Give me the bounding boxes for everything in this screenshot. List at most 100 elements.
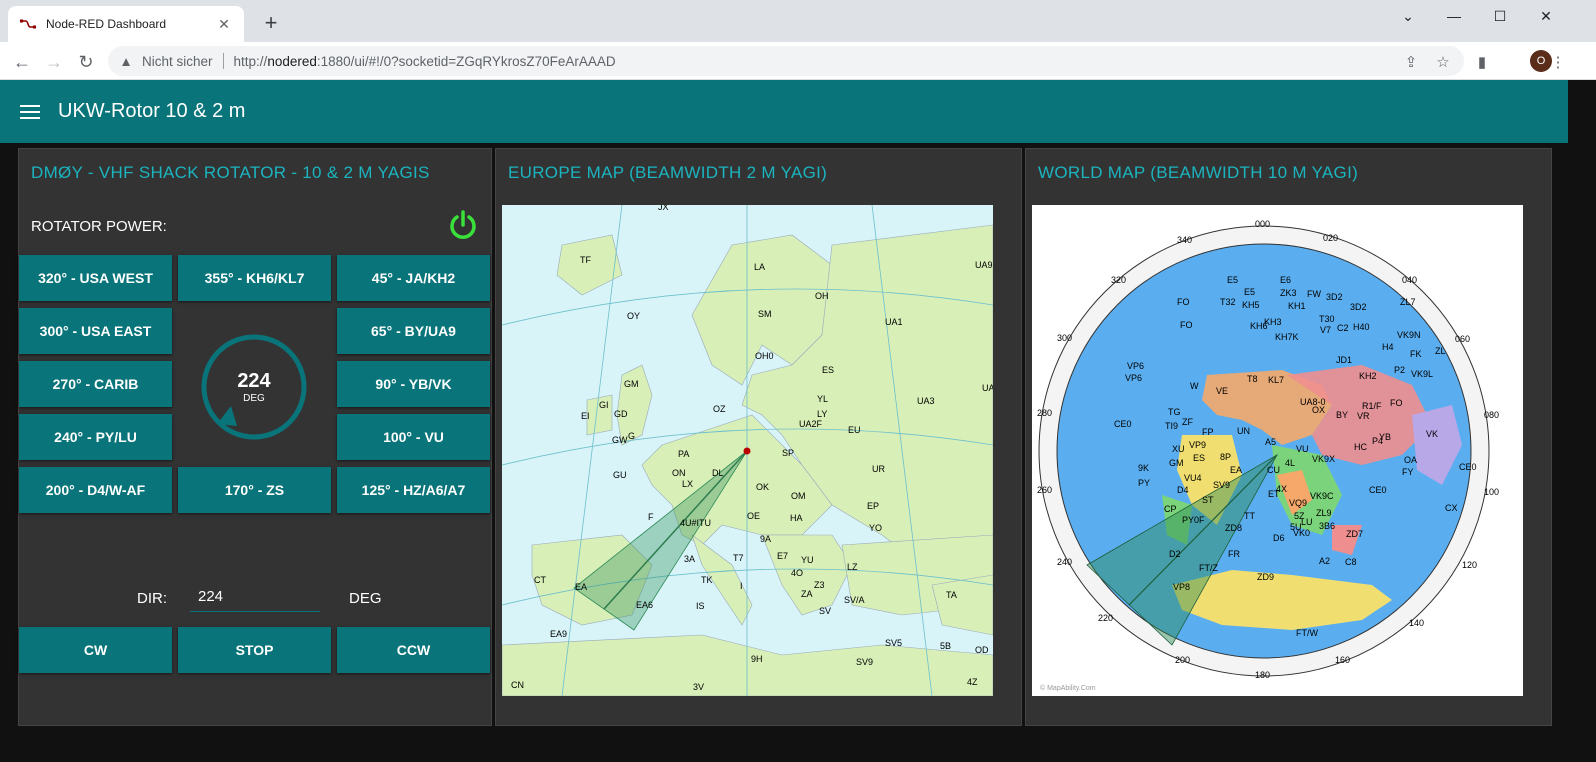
preset-270-button[interactable]: 270° - CARIB bbox=[19, 361, 172, 407]
gauge-value: 224 bbox=[237, 370, 271, 392]
map-label: TG bbox=[1168, 407, 1181, 417]
page-title: UKW-Rotor 10 & 2 m bbox=[58, 100, 246, 122]
map-label: H40 bbox=[1353, 322, 1370, 332]
preset-170-button[interactable]: 170° - ZS bbox=[178, 467, 331, 513]
map-label: FR bbox=[1228, 549, 1240, 559]
map-label: UN bbox=[1237, 426, 1250, 436]
map-label: VQ9 bbox=[1289, 498, 1308, 508]
maximize-button[interactable]: ☐ bbox=[1477, 0, 1523, 32]
map-label: R1/F bbox=[1362, 401, 1382, 411]
preset-90-button[interactable]: 90° - YB/VK bbox=[337, 361, 490, 407]
bearing-label: 160 bbox=[1335, 655, 1351, 665]
minimize-button[interactable]: — bbox=[1431, 0, 1477, 32]
side-panel-icon[interactable]: ▮ bbox=[1472, 52, 1492, 72]
power-toggle-icon[interactable] bbox=[447, 209, 479, 241]
browser-toolbar: ← → ↻ ▲ Nicht sicher http://nodered:1880… bbox=[0, 42, 1596, 80]
map-label: PA bbox=[678, 449, 690, 459]
map-label: ZD9 bbox=[1257, 572, 1275, 582]
map-label: OH bbox=[815, 291, 829, 301]
map-label: LX bbox=[682, 479, 694, 489]
map-label: KH5 bbox=[1242, 300, 1260, 310]
ccw-button[interactable]: CCW bbox=[337, 627, 490, 673]
map-label: VP6 bbox=[1127, 361, 1145, 371]
map-label: D6 bbox=[1273, 533, 1285, 543]
bearing-label: 180 bbox=[1255, 670, 1271, 680]
bookmark-star-icon[interactable]: ☆ bbox=[1433, 52, 1453, 72]
preset-100-button[interactable]: 100° - VU bbox=[337, 414, 490, 460]
preset-125-button[interactable]: 125° - HZ/A6/A7 bbox=[337, 467, 490, 513]
preset-355-button[interactable]: 355° - KH6/KL7 bbox=[178, 255, 331, 301]
preset-240-button[interactable]: 240° - PY/LU bbox=[19, 414, 172, 460]
map-label: FT/W bbox=[1296, 628, 1318, 638]
map-label: P4 bbox=[1372, 436, 1384, 446]
map-label: KH3 bbox=[1264, 317, 1282, 327]
map-label: DL bbox=[712, 468, 724, 478]
forward-arrow-icon[interactable]: → bbox=[40, 48, 68, 76]
address-bar[interactable]: ▲ Nicht sicher http://nodered:1880/ui/#!… bbox=[108, 46, 1464, 76]
map-label: CP bbox=[1164, 504, 1177, 514]
map-label: TF bbox=[580, 255, 591, 265]
map-label: OA bbox=[1404, 455, 1418, 465]
map-label: ES bbox=[1193, 453, 1206, 463]
share-icon[interactable]: ⇪ bbox=[1401, 52, 1421, 72]
rotator-card-title: DMØY - VHF SHACK ROTATOR - 10 & 2 M YAGI… bbox=[31, 163, 430, 182]
map-label: PY0F bbox=[1182, 515, 1205, 525]
rotator-power-label: ROTATOR POWER: bbox=[31, 218, 167, 235]
preset-65-button[interactable]: 65° - BY/UA9 bbox=[337, 308, 490, 354]
map-label: VU bbox=[1296, 444, 1309, 454]
security-label[interactable]: Nicht sicher bbox=[142, 54, 213, 69]
preset-45-button[interactable]: 45° - JA/KH2 bbox=[337, 255, 490, 301]
world-map-image: 000 020 040 060 080 100 120 140 160 180 … bbox=[1032, 205, 1523, 696]
bearing-label: 120 bbox=[1462, 560, 1478, 570]
map-label: XU bbox=[1172, 444, 1185, 454]
map-label: HA bbox=[790, 513, 803, 523]
dir-label: DIR: bbox=[137, 590, 167, 607]
map-label: PY bbox=[1138, 478, 1151, 488]
map-label: EU bbox=[848, 425, 861, 435]
bearing-label: 060 bbox=[1455, 334, 1471, 344]
preset-200-button[interactable]: 200° - D4/W-AF bbox=[19, 467, 172, 513]
map-label: VR bbox=[1357, 411, 1370, 421]
map-label: CT bbox=[534, 575, 546, 585]
map-label: ES bbox=[822, 365, 835, 375]
direction-input[interactable]: 224 bbox=[190, 586, 320, 612]
hamburger-menu-icon[interactable] bbox=[20, 101, 40, 123]
page-scrollbar[interactable] bbox=[1568, 80, 1596, 762]
map-label: ZL7 bbox=[1400, 297, 1416, 307]
map-label: TT bbox=[1244, 511, 1255, 521]
map-label: 9H bbox=[751, 654, 763, 664]
map-label: 3A bbox=[684, 554, 696, 564]
map-label: OE bbox=[747, 511, 761, 521]
map-label: GM bbox=[1169, 458, 1184, 468]
close-window-button[interactable]: ✕ bbox=[1523, 0, 1569, 32]
reload-icon[interactable]: ↻ bbox=[72, 48, 100, 76]
map-label: OX bbox=[1312, 405, 1326, 415]
map-label: ZD7 bbox=[1346, 529, 1364, 539]
stop-button[interactable]: STOP bbox=[178, 627, 331, 673]
bearing-label: 240 bbox=[1057, 557, 1073, 567]
url-path: :1880/ui/#!/0?socketid=ZGqRYkrosZ70FeArA… bbox=[316, 53, 616, 69]
menu-kebab-icon[interactable]: ⋮ bbox=[1548, 52, 1568, 72]
map-label: SV/A bbox=[844, 595, 865, 605]
browser-tab[interactable]: Node-RED Dashboard ✕ bbox=[8, 6, 244, 42]
bearing-label: 220 bbox=[1098, 613, 1114, 623]
preset-300-button[interactable]: 300° - USA EAST bbox=[19, 308, 172, 354]
map-label: YU bbox=[801, 555, 814, 565]
preset-320-button[interactable]: 320° - USA WEST bbox=[19, 255, 172, 301]
map-label: UA2F bbox=[799, 419, 823, 429]
back-arrow-icon[interactable]: ← bbox=[8, 48, 36, 76]
map-label: UA3 bbox=[917, 396, 935, 406]
warning-triangle-icon[interactable]: ▲ bbox=[118, 54, 134, 69]
map-label: OY bbox=[627, 311, 641, 321]
cw-button[interactable]: CW bbox=[19, 627, 172, 673]
new-tab-button[interactable]: + bbox=[258, 10, 284, 36]
map-label: 3B6 bbox=[1319, 521, 1336, 531]
map-label: 8P bbox=[1220, 452, 1232, 462]
map-label: HC bbox=[1354, 442, 1367, 452]
map-label: 4L bbox=[1285, 458, 1296, 468]
map-label: OH0 bbox=[755, 351, 774, 361]
map-label: SV bbox=[819, 606, 832, 616]
tab-search-icon[interactable]: ⌄ bbox=[1385, 0, 1431, 32]
tab-close-icon[interactable]: ✕ bbox=[216, 16, 232, 33]
map-label: OD bbox=[975, 645, 989, 655]
